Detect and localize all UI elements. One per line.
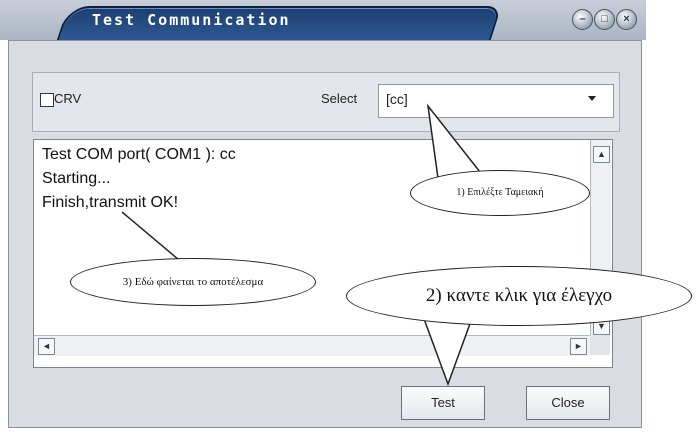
callout-pointers (121, 103, 481, 387)
callout-result-here: 3) Εδώ φαίνεται το αποτέλεσμα (70, 258, 316, 306)
callout-click-to-test: 2) καντε κλικ για έλεγχο (346, 266, 692, 326)
callout-1-pointer (426, 103, 481, 179)
callout-select-register: 1) Επιλέξτε Ταμειακή (410, 170, 590, 216)
